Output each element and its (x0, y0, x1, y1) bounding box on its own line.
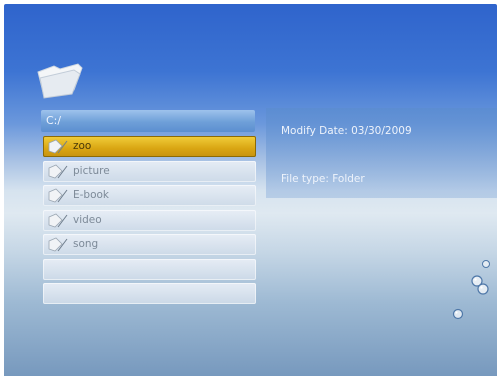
file-list-item-label: E-book (73, 189, 110, 201)
file-list-item-label: video (73, 213, 102, 226)
photo-frame-screen: C:/ zoo picture E-book video song Modify… (4, 4, 497, 378)
file-list-item-song[interactable]: song (43, 234, 256, 255)
file-list-empty-row[interactable] (43, 258, 256, 280)
water-bubble-icon (452, 308, 464, 320)
file-list-empty-row[interactable] (43, 283, 256, 304)
file-list-item-label: picture (73, 164, 110, 177)
file-list-item-e-book[interactable]: E-book (43, 185, 256, 206)
water-bubble-icon (471, 275, 489, 295)
file-type-text: File type: Folder (281, 173, 365, 185)
file-list-item-label: song (73, 238, 99, 250)
water-bubble-icon (482, 260, 490, 268)
file-list-item-zoo[interactable]: zoo (43, 136, 256, 157)
file-list: zoo picture E-book video song (43, 136, 256, 308)
document-icon (48, 139, 68, 154)
document-icon (48, 213, 68, 227)
document-icon (48, 164, 68, 178)
document-icon (48, 237, 68, 252)
file-list-item-label: zoo (73, 140, 92, 152)
document-icon (48, 188, 68, 203)
open-folder-icon (37, 63, 83, 99)
current-path-bar: C:/ (41, 110, 255, 132)
file-list-item-picture[interactable]: picture (43, 160, 256, 182)
file-list-item-video[interactable]: video (43, 209, 256, 231)
modify-date-text: Modify Date: 03/30/2009 (281, 125, 412, 137)
